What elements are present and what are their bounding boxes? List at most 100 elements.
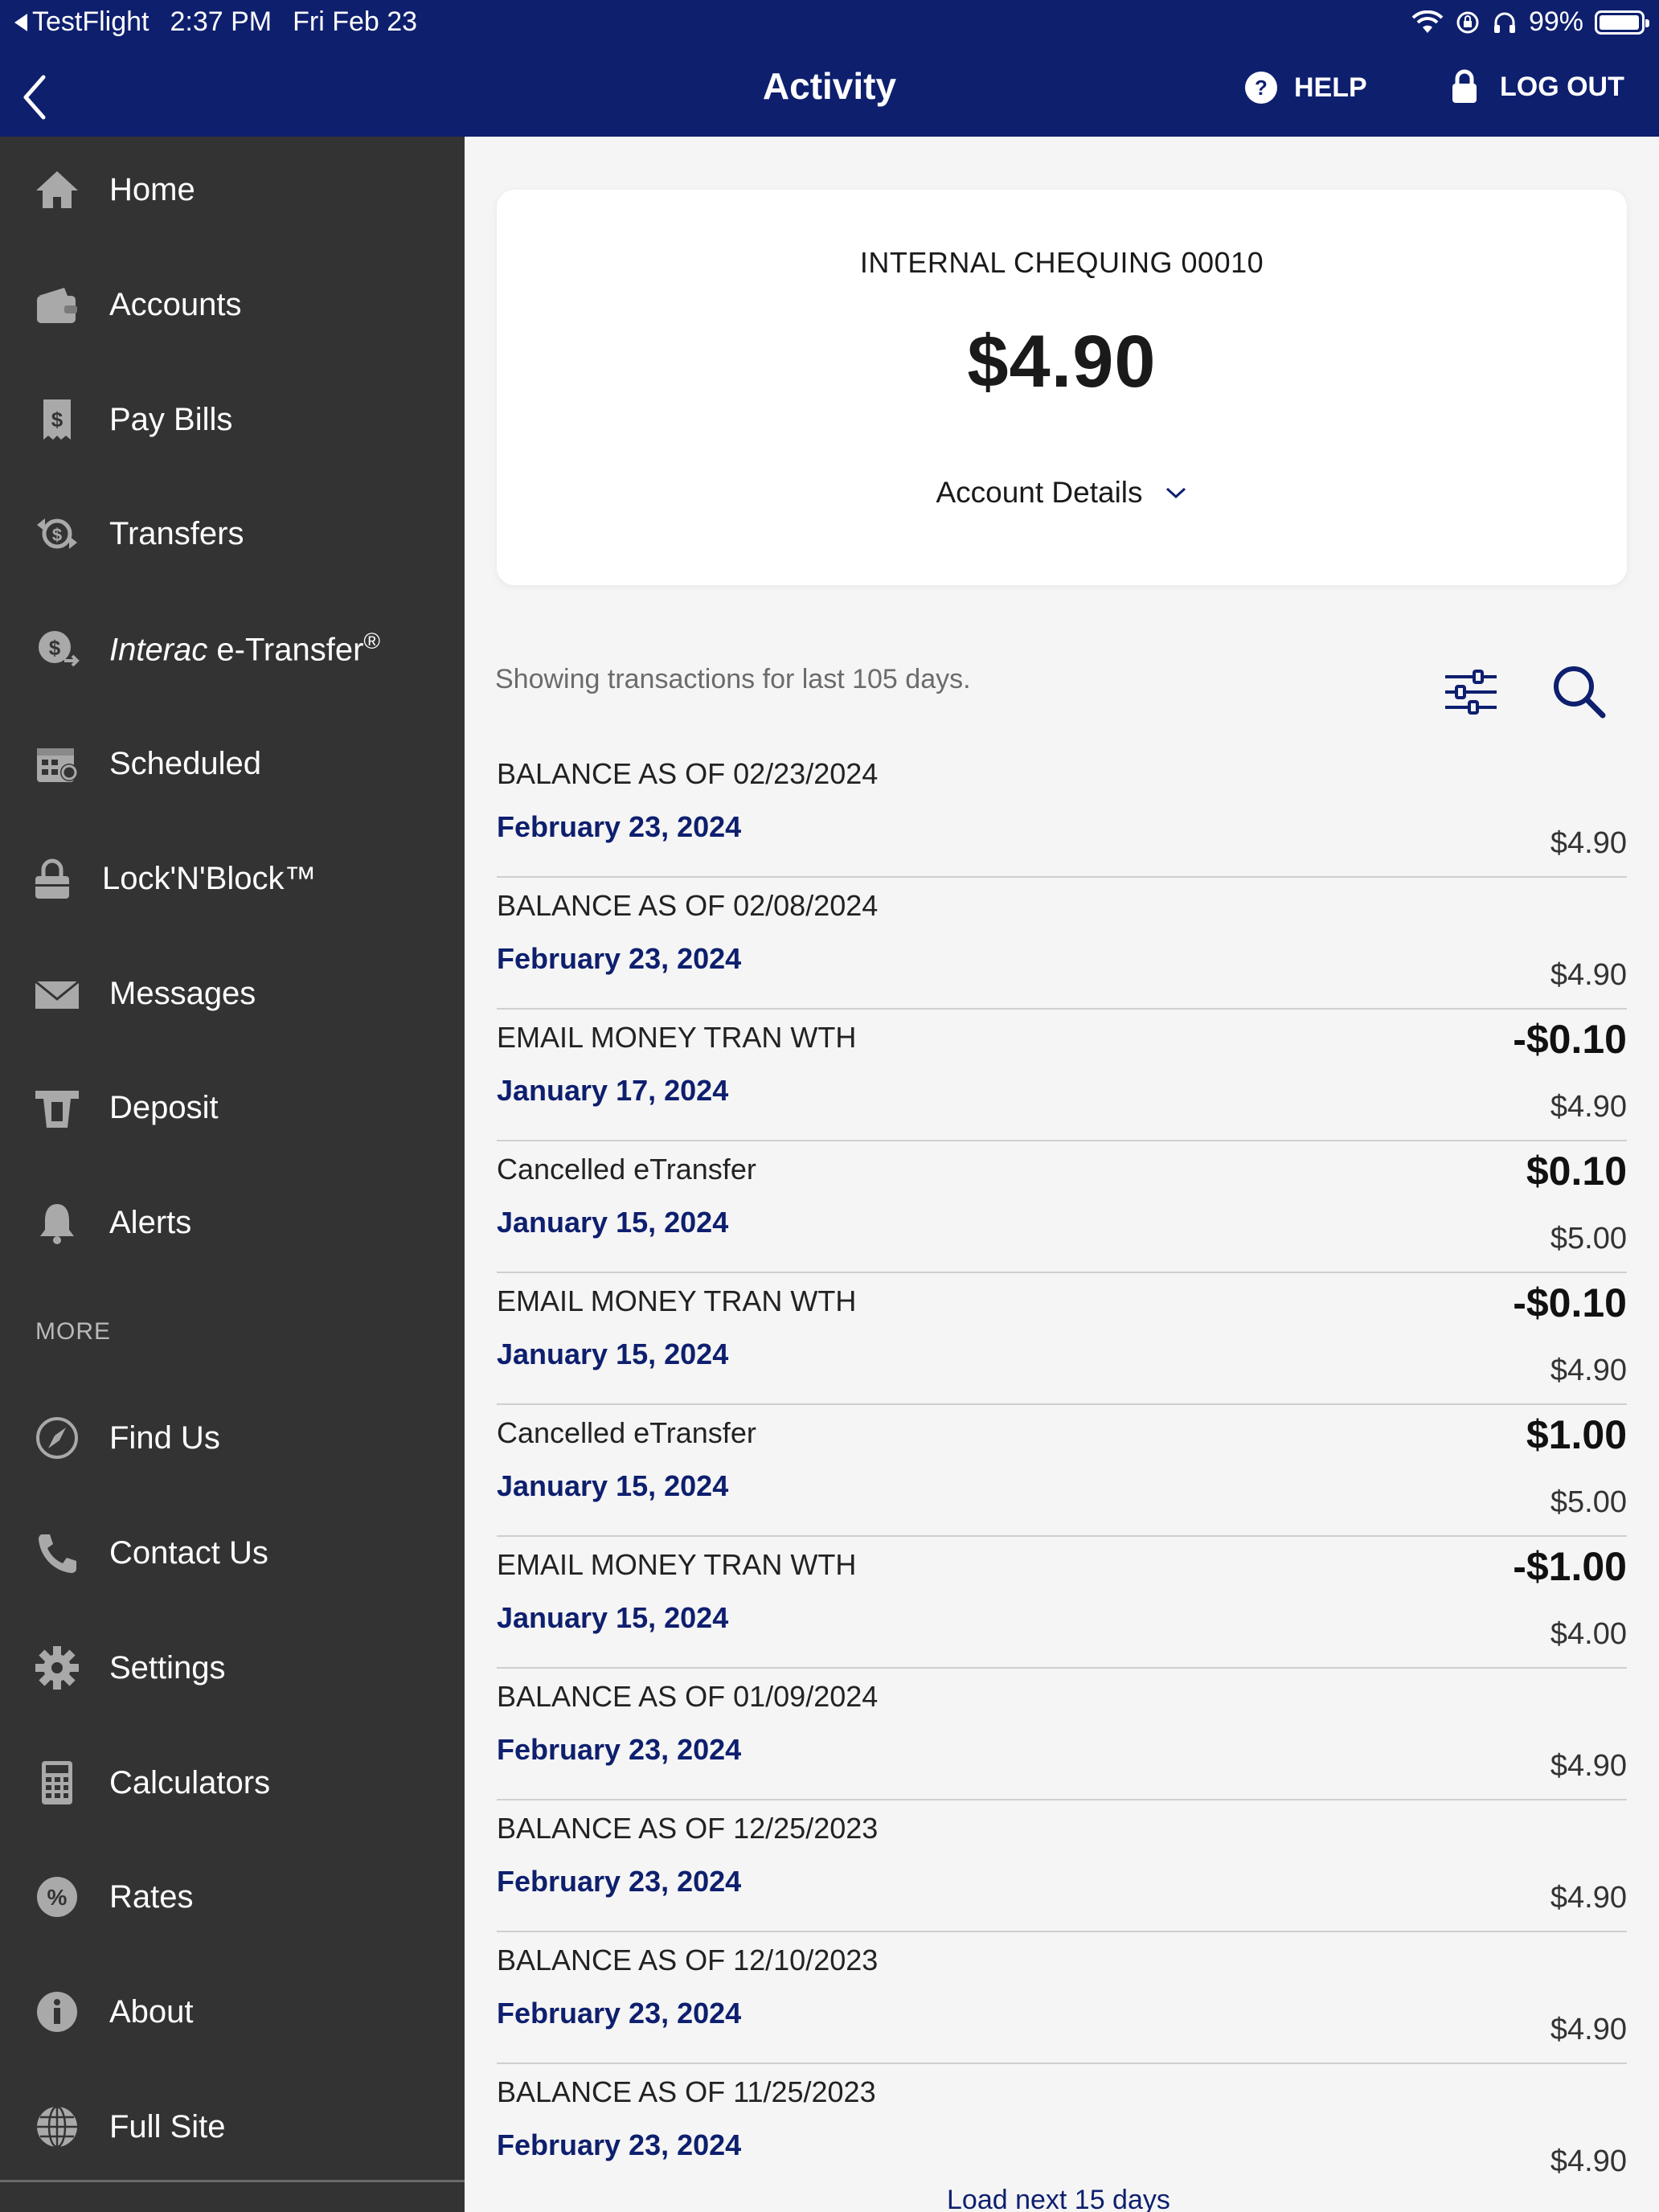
help-button[interactable]: ? HELP <box>1244 71 1367 104</box>
sidebar-item-label: Calculators <box>109 1764 271 1800</box>
sidebar-item-label: About <box>109 1993 194 2030</box>
transaction-running-balance: $4.90 <box>1550 958 1627 992</box>
bell-icon <box>40 1204 74 1244</box>
home-icon <box>36 171 78 208</box>
sidebar-item-transfers[interactable]: $ Transfers <box>0 485 465 582</box>
transaction-date: January 15, 2024 <box>497 1337 729 1370</box>
transaction-description: EMAIL MONEY TRAN WTH <box>497 1021 857 1054</box>
top-bar: TestFlight 2:37 PM Fri Feb 23 99% Activi… <box>0 0 1659 137</box>
sidebar-item-messages[interactable]: Messages <box>0 945 465 1042</box>
bill-icon: $ <box>43 399 71 440</box>
transaction-date: February 23, 2024 <box>497 2128 742 2161</box>
sidebar-item-label: Accounts <box>109 286 242 322</box>
etransfer-word: e-Transfer <box>207 632 364 668</box>
account-summary-card: INTERNAL CHEQUING 00010 $4.90 Account De… <box>497 190 1627 585</box>
svg-text:$: $ <box>49 636 61 660</box>
transaction-row[interactable]: BALANCE AS OF 12/10/2023 February 23, 20… <box>497 1932 1627 2064</box>
search-icon[interactable] <box>1551 664 1608 720</box>
percent-icon: % <box>37 1877 77 1917</box>
filter-sliders-icon[interactable] <box>1442 667 1500 717</box>
battery-percent: 99% <box>1528 6 1583 37</box>
wifi-icon <box>1411 10 1444 33</box>
sidebar-item-deposit[interactable]: Deposit <box>0 1059 465 1156</box>
chevron-down-icon <box>1165 487 1186 499</box>
svg-text:$: $ <box>52 525 62 545</box>
transaction-date: February 23, 2024 <box>497 1997 742 2030</box>
transaction-row[interactable]: BALANCE AS OF 11/25/2023 February 23, 20… <box>497 2064 1627 2196</box>
account-balance: $4.90 <box>967 321 1157 403</box>
sidebar-item-scheduled[interactable]: Scheduled <box>0 715 465 812</box>
etransfer-icon: $ <box>39 631 80 667</box>
app-frame: TestFlight 2:37 PM Fri Feb 23 99% Activi… <box>0 0 1659 2212</box>
sidebar-item-find-us[interactable]: Find Us <box>0 1390 465 1486</box>
transaction-row[interactable]: BALANCE AS OF 01/09/2024 February 23, 20… <box>497 1669 1627 1800</box>
sidebar-item-label: Scheduled <box>109 745 262 781</box>
load-more-link[interactable]: Load next 15 days <box>947 2185 1170 2212</box>
transaction-description: EMAIL MONEY TRAN WTH <box>497 1284 857 1317</box>
wallet-icon <box>37 288 77 323</box>
transaction-description: BALANCE AS OF 01/09/2024 <box>497 1680 879 1713</box>
sidebar-item-calculators[interactable]: Calculators <box>0 1735 465 1831</box>
transaction-running-balance: $4.90 <box>1550 2144 1627 2178</box>
account-name: INTERNAL CHEQUING 00010 <box>859 246 1264 279</box>
globe-icon <box>37 2105 77 2149</box>
transaction-description: BALANCE AS OF 11/25/2023 <box>497 2075 876 2108</box>
transaction-running-balance: $4.90 <box>1550 2013 1627 2046</box>
back-to-app-link[interactable]: TestFlight <box>14 6 150 38</box>
sidebar-item-interac-etransfer[interactable]: $ Interac e-Transfer® <box>0 600 465 697</box>
sidebar-item-label: Deposit <box>109 1089 219 1125</box>
transaction-row[interactable]: EMAIL MONEY TRAN WTH January 15, 2024 -$… <box>497 1273 1627 1405</box>
transaction-row[interactable]: Cancelled eTransfer January 15, 2024 $1.… <box>497 1405 1627 1537</box>
back-triangle-icon <box>14 13 27 31</box>
transaction-date: January 15, 2024 <box>497 1206 729 1239</box>
sidebar-item-settings[interactable]: Settings <box>0 1620 465 1716</box>
transaction-description: BALANCE AS OF 02/08/2024 <box>497 889 879 922</box>
headphones-icon <box>1493 12 1515 33</box>
gear-icon <box>35 1646 79 1690</box>
transaction-date: January 15, 2024 <box>497 1469 729 1502</box>
transaction-description: EMAIL MONEY TRAN WTH <box>497 1548 857 1581</box>
sidebar-item-label: Lock'N'Block™ <box>102 860 317 896</box>
transactions-range-note: Showing transactions for last 105 days. <box>495 664 971 694</box>
status-bar: TestFlight 2:37 PM Fri Feb 23 99% <box>0 0 1659 45</box>
transaction-amount: -$0.10 <box>1513 1017 1627 1062</box>
svg-text:?: ? <box>1255 76 1268 100</box>
sidebar-item-label: Transfers <box>109 515 244 551</box>
sidebar-item-contact-us[interactable]: Contact Us <box>0 1505 465 1601</box>
svg-text:$: $ <box>51 408 63 432</box>
envelope-icon <box>35 980 80 1009</box>
transaction-description: BALANCE AS OF 02/23/2024 <box>497 757 879 790</box>
transaction-running-balance: $5.00 <box>1550 1485 1627 1519</box>
battery-icon <box>1595 10 1649 35</box>
logout-label: LOG OUT <box>1500 71 1624 102</box>
calendar-icon <box>37 748 78 782</box>
status-date: Fri Feb 23 <box>293 6 418 37</box>
sidebar-item-lock-n-block[interactable]: Lock'N'Block™ <box>0 830 465 927</box>
transaction-row[interactable]: EMAIL MONEY TRAN WTH January 15, 2024 -$… <box>497 1537 1627 1669</box>
sidebar-item-label: Full Site <box>109 2108 226 2144</box>
sidebar-item-pay-bills[interactable]: $ Pay Bills <box>0 371 465 468</box>
sidebar-item-home[interactable]: Home <box>0 141 465 238</box>
transaction-running-balance: $4.90 <box>1550 826 1627 860</box>
phone-icon <box>39 1534 76 1573</box>
sidebar-item-rates[interactable]: % Rates <box>0 1849 465 1945</box>
transaction-date: February 23, 2024 <box>497 810 742 843</box>
transaction-row[interactable]: EMAIL MONEY TRAN WTH January 17, 2024 -$… <box>497 1010 1627 1141</box>
sidebar-item-accounts[interactable]: Accounts <box>0 256 465 353</box>
page-title: Activity <box>762 65 897 107</box>
transaction-description: BALANCE AS OF 12/25/2023 <box>497 1812 879 1845</box>
sidebar-item-label: Home <box>109 171 195 207</box>
transaction-running-balance: $4.90 <box>1550 1749 1627 1783</box>
sidebar-item-full-site[interactable]: Full Site <box>0 2079 465 2175</box>
transaction-row[interactable]: BALANCE AS OF 12/25/2023 February 23, 20… <box>497 1800 1627 1932</box>
transaction-row[interactable]: BALANCE AS OF 02/23/2024 February 23, 20… <box>497 746 1627 878</box>
sidebar-item-label: Find Us <box>109 1419 220 1456</box>
sidebar-item-about[interactable]: About <box>0 1964 465 2060</box>
sidebar-divider <box>0 2180 465 2182</box>
account-details-toggle[interactable]: Account Details <box>497 476 1627 510</box>
transaction-row[interactable]: BALANCE AS OF 02/08/2024 February 23, 20… <box>497 878 1627 1010</box>
transaction-row[interactable]: Cancelled eTransfer January 15, 2024 $0.… <box>497 1141 1627 1273</box>
sidebar-item-alerts[interactable]: Alerts <box>0 1174 465 1271</box>
logout-button[interactable]: LOG OUT <box>1450 69 1624 104</box>
info-icon <box>37 1992 77 2032</box>
